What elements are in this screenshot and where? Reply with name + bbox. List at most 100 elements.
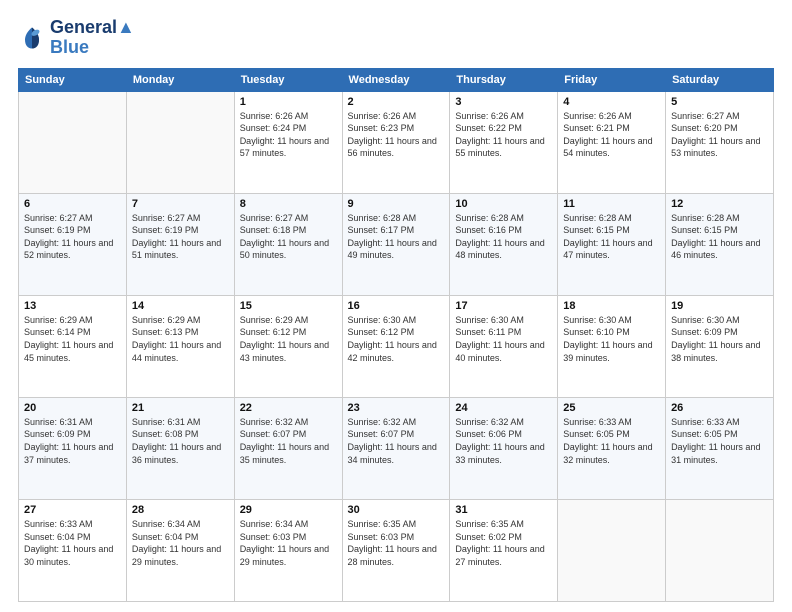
calendar-week-row: 6 Sunrise: 6:27 AM Sunset: 6:19 PM Daylig… — [19, 193, 774, 295]
day-number: 7 — [132, 198, 229, 210]
calendar-cell: 26 Sunrise: 6:33 AM Sunset: 6:05 PM Dayli… — [666, 397, 774, 499]
calendar-cell: 1 Sunrise: 6:26 AM Sunset: 6:24 PM Daylig… — [234, 91, 342, 193]
calendar-cell: 31 Sunrise: 6:35 AM Sunset: 6:02 PM Dayli… — [450, 499, 558, 601]
day-number: 1 — [240, 96, 337, 108]
calendar-cell: 14 Sunrise: 6:29 AM Sunset: 6:13 PM Dayli… — [126, 295, 234, 397]
calendar-cell: 7 Sunrise: 6:27 AM Sunset: 6:19 PM Daylig… — [126, 193, 234, 295]
day-info: Sunrise: 6:34 AM Sunset: 6:04 PM Dayligh… — [132, 518, 229, 568]
day-info: Sunrise: 6:26 AM Sunset: 6:22 PM Dayligh… — [455, 110, 552, 160]
day-info: Sunrise: 6:31 AM Sunset: 6:09 PM Dayligh… — [24, 416, 121, 466]
day-info: Sunrise: 6:32 AM Sunset: 6:06 PM Dayligh… — [455, 416, 552, 466]
day-number: 16 — [348, 300, 445, 312]
calendar-cell: 15 Sunrise: 6:29 AM Sunset: 6:12 PM Dayli… — [234, 295, 342, 397]
day-number: 24 — [455, 402, 552, 414]
day-info: Sunrise: 6:32 AM Sunset: 6:07 PM Dayligh… — [348, 416, 445, 466]
day-info: Sunrise: 6:35 AM Sunset: 6:03 PM Dayligh… — [348, 518, 445, 568]
logo: General▲Blue — [18, 18, 135, 58]
day-info: Sunrise: 6:33 AM Sunset: 6:05 PM Dayligh… — [671, 416, 768, 466]
calendar-day-header: Sunday — [19, 68, 127, 91]
logo-icon — [18, 24, 46, 52]
day-number: 29 — [240, 504, 337, 516]
calendar-cell: 6 Sunrise: 6:27 AM Sunset: 6:19 PM Daylig… — [19, 193, 127, 295]
day-number: 26 — [671, 402, 768, 414]
day-number: 27 — [24, 504, 121, 516]
day-number: 5 — [671, 96, 768, 108]
header: General▲Blue — [18, 18, 774, 58]
logo-text: General▲Blue — [50, 18, 135, 58]
calendar-cell: 27 Sunrise: 6:33 AM Sunset: 6:04 PM Dayli… — [19, 499, 127, 601]
day-number: 3 — [455, 96, 552, 108]
calendar-day-header: Saturday — [666, 68, 774, 91]
calendar-cell — [558, 499, 666, 601]
day-number: 6 — [24, 198, 121, 210]
day-info: Sunrise: 6:34 AM Sunset: 6:03 PM Dayligh… — [240, 518, 337, 568]
calendar-cell: 17 Sunrise: 6:30 AM Sunset: 6:11 PM Dayli… — [450, 295, 558, 397]
calendar-cell: 28Sunrise: 6:34 AM Sunset: 6:04 PM Dayli… — [126, 499, 234, 601]
calendar-cell: 24 Sunrise: 6:32 AM Sunset: 6:06 PM Dayli… — [450, 397, 558, 499]
day-info: Sunrise: 6:30 AM Sunset: 6:10 PM Dayligh… — [563, 314, 660, 364]
day-number: 30 — [348, 504, 445, 516]
day-number: 9 — [348, 198, 445, 210]
calendar-week-row: 13 Sunrise: 6:29 AM Sunset: 6:14 PM Dayli… — [19, 295, 774, 397]
calendar-cell: 11 Sunrise: 6:28 AM Sunset: 6:15 PM Dayli… — [558, 193, 666, 295]
day-info: Sunrise: 6:33 AM Sunset: 6:05 PM Dayligh… — [563, 416, 660, 466]
calendar-cell: 21 Sunrise: 6:31 AM Sunset: 6:08 PM Dayli… — [126, 397, 234, 499]
calendar-day-header: Friday — [558, 68, 666, 91]
calendar-table: SundayMondayTuesdayWednesdayThursdayFrid… — [18, 68, 774, 602]
calendar-cell — [666, 499, 774, 601]
day-number: 19 — [671, 300, 768, 312]
day-info: Sunrise: 6:33 AM Sunset: 6:04 PM Dayligh… — [24, 518, 121, 568]
day-info: Sunrise: 6:35 AM Sunset: 6:02 PM Dayligh… — [455, 518, 552, 568]
day-number: 20 — [24, 402, 121, 414]
day-info: Sunrise: 6:30 AM Sunset: 6:11 PM Dayligh… — [455, 314, 552, 364]
calendar-cell: 16 Sunrise: 6:30 AM Sunset: 6:12 PM Dayli… — [342, 295, 450, 397]
calendar-day-header: Wednesday — [342, 68, 450, 91]
calendar-cell: 10Sunrise: 6:28 AM Sunset: 6:16 PM Dayli… — [450, 193, 558, 295]
day-number: 14 — [132, 300, 229, 312]
day-info: Sunrise: 6:27 AM Sunset: 6:19 PM Dayligh… — [24, 212, 121, 262]
day-info: Sunrise: 6:29 AM Sunset: 6:13 PM Dayligh… — [132, 314, 229, 364]
day-info: Sunrise: 6:27 AM Sunset: 6:19 PM Dayligh… — [132, 212, 229, 262]
calendar-cell: 8 Sunrise: 6:27 AM Sunset: 6:18 PM Daylig… — [234, 193, 342, 295]
calendar-cell: 9 Sunrise: 6:28 AM Sunset: 6:17 PM Daylig… — [342, 193, 450, 295]
page: General▲Blue SundayMondayTuesdayWednesda… — [0, 0, 792, 612]
day-info: Sunrise: 6:29 AM Sunset: 6:12 PM Dayligh… — [240, 314, 337, 364]
day-number: 15 — [240, 300, 337, 312]
day-number: 18 — [563, 300, 660, 312]
calendar-cell: 13 Sunrise: 6:29 AM Sunset: 6:14 PM Dayli… — [19, 295, 127, 397]
day-number: 25 — [563, 402, 660, 414]
day-number: 10 — [455, 198, 552, 210]
calendar-cell: 3 Sunrise: 6:26 AM Sunset: 6:22 PM Daylig… — [450, 91, 558, 193]
day-info: Sunrise: 6:28 AM Sunset: 6:17 PM Dayligh… — [348, 212, 445, 262]
calendar-day-header: Monday — [126, 68, 234, 91]
calendar-day-header: Tuesday — [234, 68, 342, 91]
day-number: 8 — [240, 198, 337, 210]
calendar-cell: 23Sunrise: 6:32 AM Sunset: 6:07 PM Dayli… — [342, 397, 450, 499]
day-number: 11 — [563, 198, 660, 210]
day-number: 21 — [132, 402, 229, 414]
day-info: Sunrise: 6:32 AM Sunset: 6:07 PM Dayligh… — [240, 416, 337, 466]
calendar-cell: 5 Sunrise: 6:27 AM Sunset: 6:20 PM Daylig… — [666, 91, 774, 193]
day-info: Sunrise: 6:28 AM Sunset: 6:15 PM Dayligh… — [671, 212, 768, 262]
day-info: Sunrise: 6:26 AM Sunset: 6:24 PM Dayligh… — [240, 110, 337, 160]
day-info: Sunrise: 6:31 AM Sunset: 6:08 PM Dayligh… — [132, 416, 229, 466]
day-info: Sunrise: 6:28 AM Sunset: 6:15 PM Dayligh… — [563, 212, 660, 262]
day-info: Sunrise: 6:30 AM Sunset: 6:12 PM Dayligh… — [348, 314, 445, 364]
calendar-cell: 19Sunrise: 6:30 AM Sunset: 6:09 PM Dayli… — [666, 295, 774, 397]
calendar-header-row: SundayMondayTuesdayWednesdayThursdayFrid… — [19, 68, 774, 91]
calendar-cell: 29 Sunrise: 6:34 AM Sunset: 6:03 PM Dayli… — [234, 499, 342, 601]
calendar-cell: 30 Sunrise: 6:35 AM Sunset: 6:03 PM Dayli… — [342, 499, 450, 601]
calendar-cell: 4Sunrise: 6:26 AM Sunset: 6:21 PM Daylig… — [558, 91, 666, 193]
day-info: Sunrise: 6:27 AM Sunset: 6:20 PM Dayligh… — [671, 110, 768, 160]
calendar-cell: 20 Sunrise: 6:31 AM Sunset: 6:09 PM Dayli… — [19, 397, 127, 499]
calendar-day-header: Thursday — [450, 68, 558, 91]
day-info: Sunrise: 6:29 AM Sunset: 6:14 PM Dayligh… — [24, 314, 121, 364]
calendar-cell — [19, 91, 127, 193]
calendar-cell: 25 Sunrise: 6:33 AM Sunset: 6:05 PM Dayli… — [558, 397, 666, 499]
day-number: 13 — [24, 300, 121, 312]
day-number: 17 — [455, 300, 552, 312]
calendar-cell: 18 Sunrise: 6:30 AM Sunset: 6:10 PM Dayli… — [558, 295, 666, 397]
day-info: Sunrise: 6:27 AM Sunset: 6:18 PM Dayligh… — [240, 212, 337, 262]
day-number: 31 — [455, 504, 552, 516]
calendar-cell: 22Sunrise: 6:32 AM Sunset: 6:07 PM Dayli… — [234, 397, 342, 499]
